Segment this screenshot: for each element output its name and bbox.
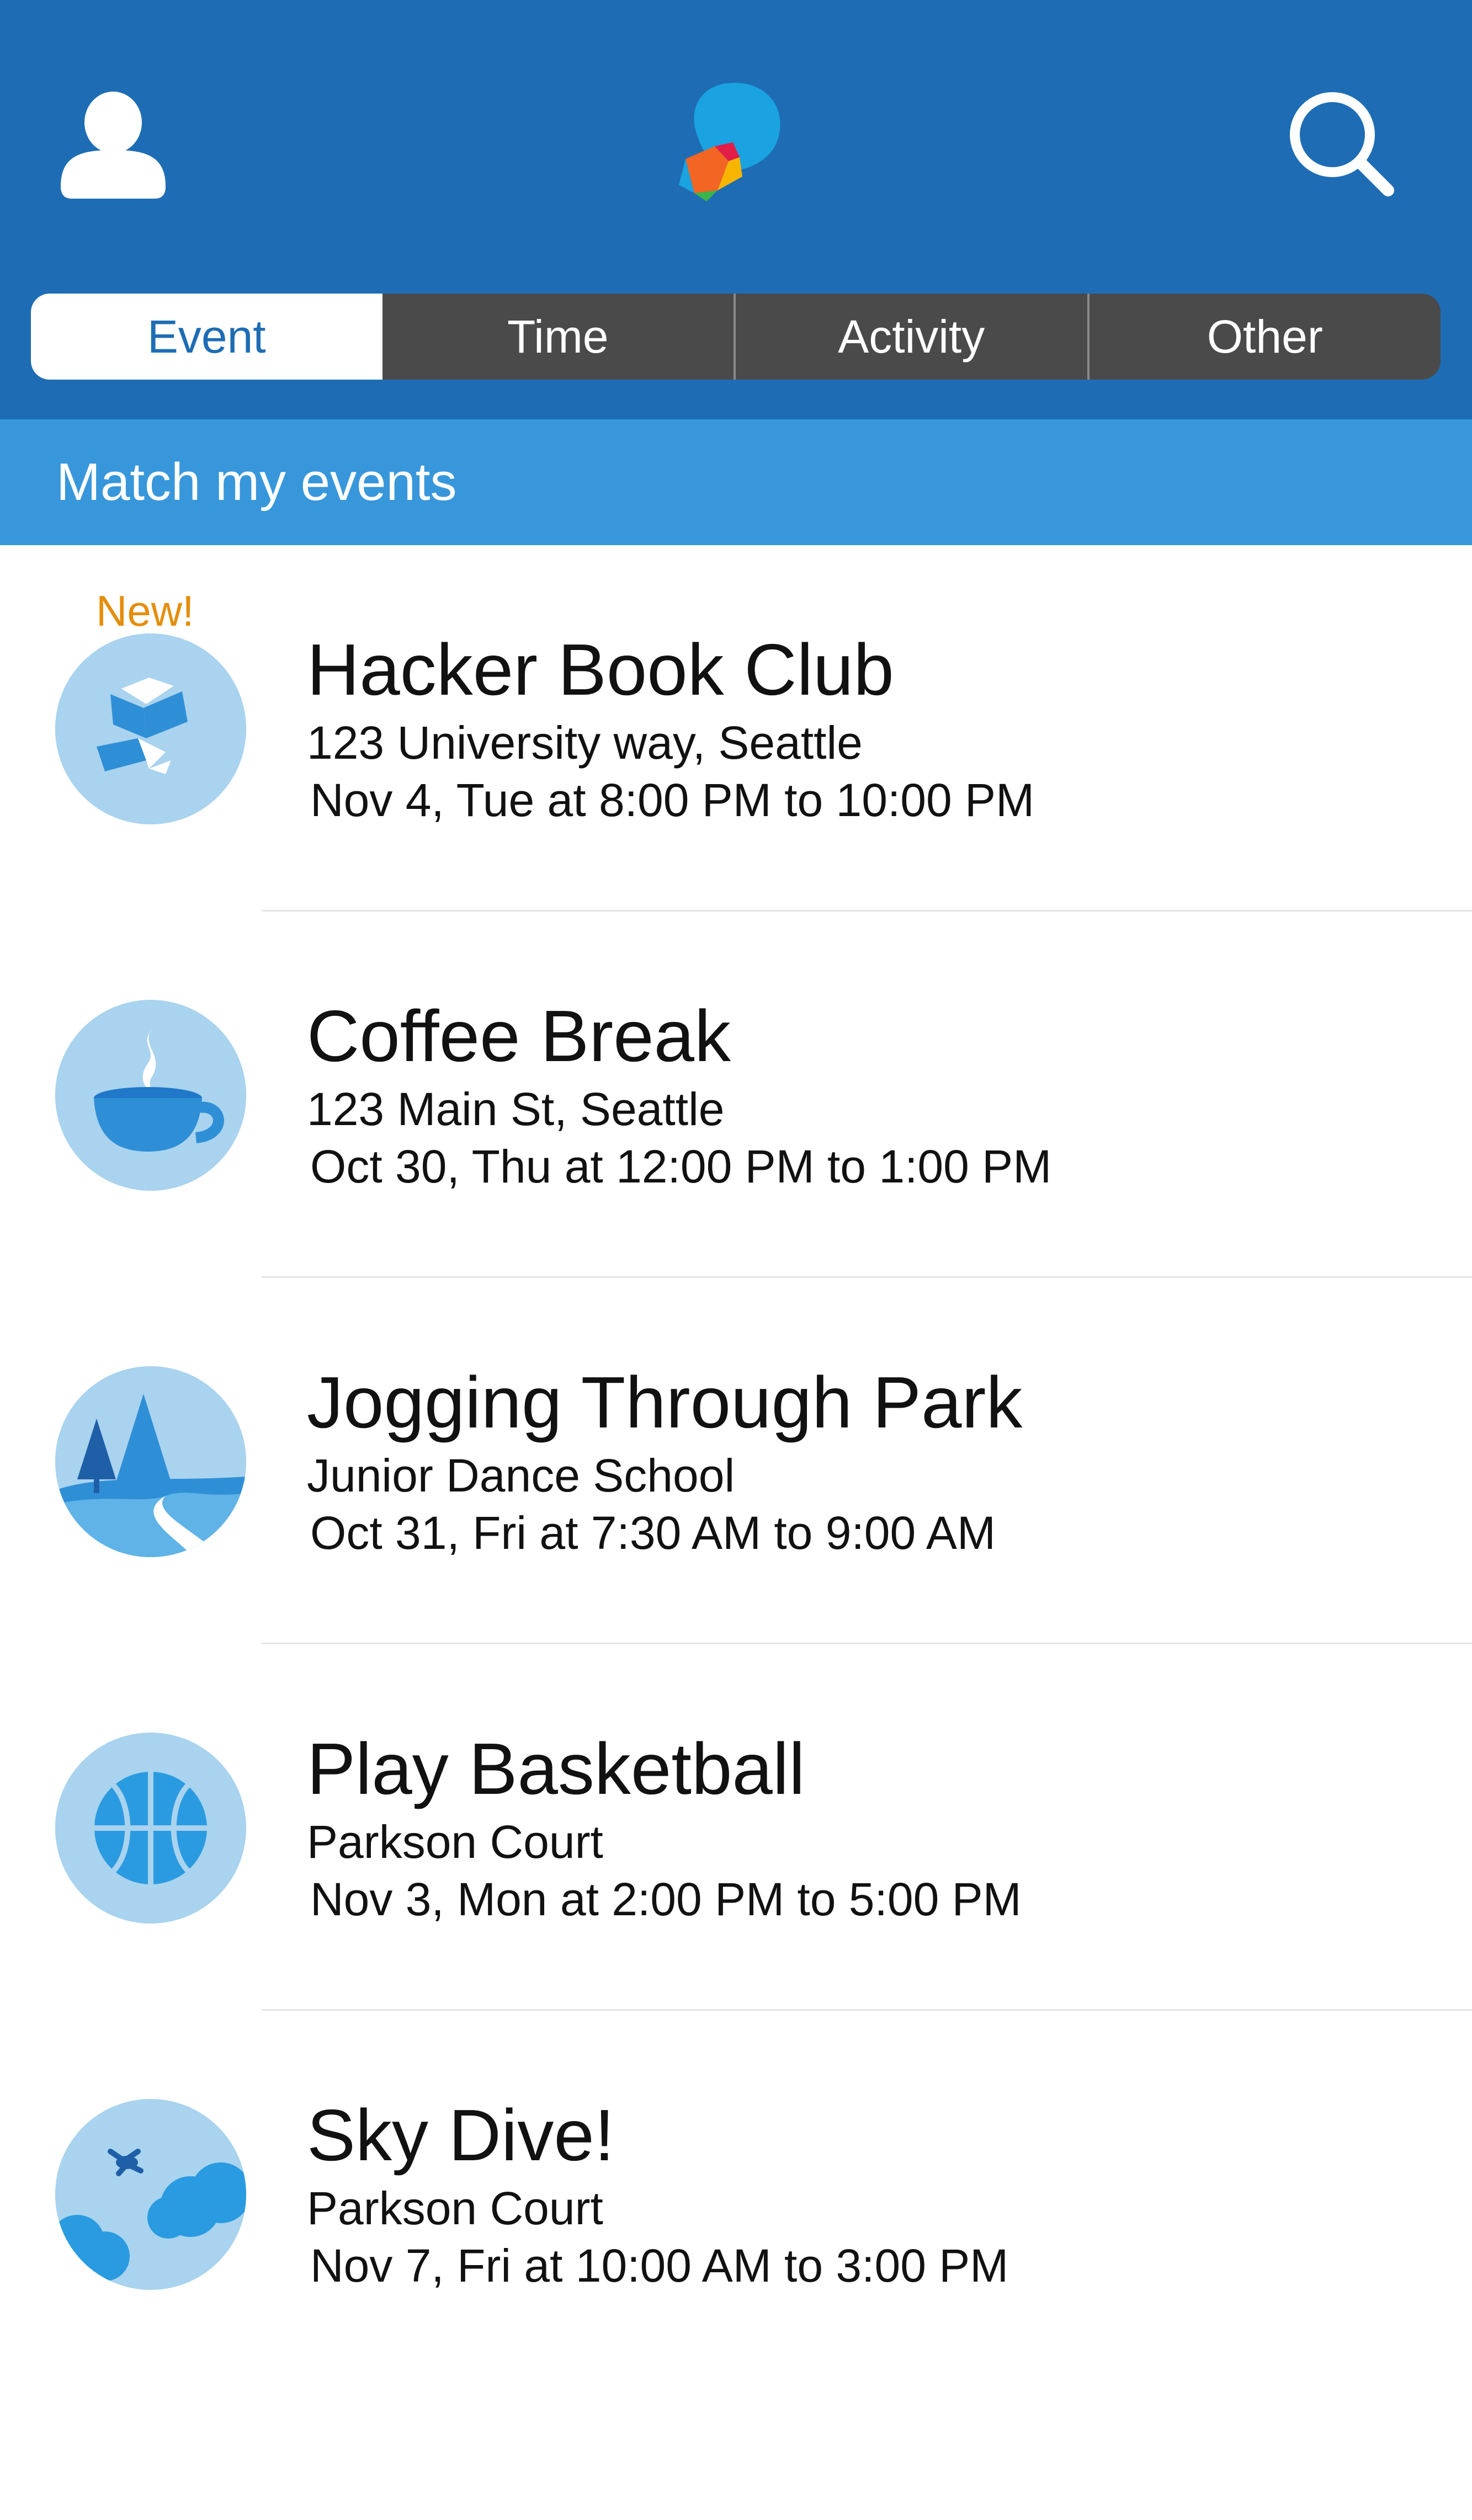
- app-logo-icon: [673, 77, 795, 210]
- event-time: Nov 3, Mon at 2:00 PM to 5:00 PM: [310, 1873, 1022, 1925]
- coffee-cup-icon: [55, 1000, 246, 1191]
- event-item[interactable]: New! Hacker Book Club 123 University way…: [0, 545, 1472, 912]
- filter-tabs: Event Time Activity Other: [31, 294, 1441, 380]
- book-icon: [55, 633, 246, 824]
- event-address: 123 University way, Seattle: [307, 717, 863, 769]
- event-item[interactable]: Play Basketball Parkson Court Nov 3, Mon…: [0, 1644, 1472, 2011]
- new-badge: New!: [96, 587, 194, 635]
- event-title: Coffee Break: [307, 995, 731, 1077]
- event-address: Parkson Court: [307, 2182, 603, 2234]
- app-header: Event Time Activity Other: [0, 0, 1472, 419]
- event-title: Hacker Book Club: [307, 629, 894, 710]
- section-title: Match my events: [56, 452, 457, 512]
- user-icon[interactable]: [61, 88, 166, 199]
- search-icon[interactable]: [1286, 88, 1396, 199]
- event-time: Nov 4, Tue at 8:00 PM to 10:00 PM: [310, 774, 1035, 826]
- park-trees-icon: [55, 1366, 246, 1557]
- event-item[interactable]: Sky Dive! Parkson Court Nov 7, Fri at 10…: [0, 2011, 1472, 2377]
- event-item[interactable]: Coffee Break 123 Main St, Seattle Oct 30…: [0, 912, 1472, 1278]
- event-title: Play Basketball: [307, 1728, 805, 1809]
- event-time: Oct 30, Thu at 12:00 PM to 1:00 PM: [310, 1141, 1052, 1192]
- event-address: Junior Dance School: [307, 1450, 735, 1501]
- tab-time[interactable]: Time: [382, 294, 734, 380]
- basketball-icon: [55, 1733, 246, 1924]
- event-title: Jogging Through Park: [307, 1362, 1023, 1443]
- section-header: Match my events: [0, 419, 1472, 545]
- event-list: New! Hacker Book Club 123 University way…: [0, 545, 1472, 2377]
- event-title: Sky Dive!: [307, 2095, 615, 2176]
- skydiver-icon: [55, 2099, 246, 2290]
- event-time: Nov 7, Fri at 10:00 AM to 3:00 PM: [310, 2240, 1009, 2292]
- tab-other[interactable]: Other: [1087, 294, 1441, 380]
- event-address: 123 Main St, Seattle: [307, 1083, 725, 1135]
- tab-event[interactable]: Event: [31, 294, 382, 380]
- tab-activity[interactable]: Activity: [734, 294, 1087, 380]
- event-address: Parkson Court: [307, 1816, 603, 1868]
- event-item[interactable]: Jogging Through Park Junior Dance School…: [0, 1278, 1472, 1644]
- event-time: Oct 31, Fri at 7:30 AM to 9:00 AM: [310, 1507, 996, 1559]
